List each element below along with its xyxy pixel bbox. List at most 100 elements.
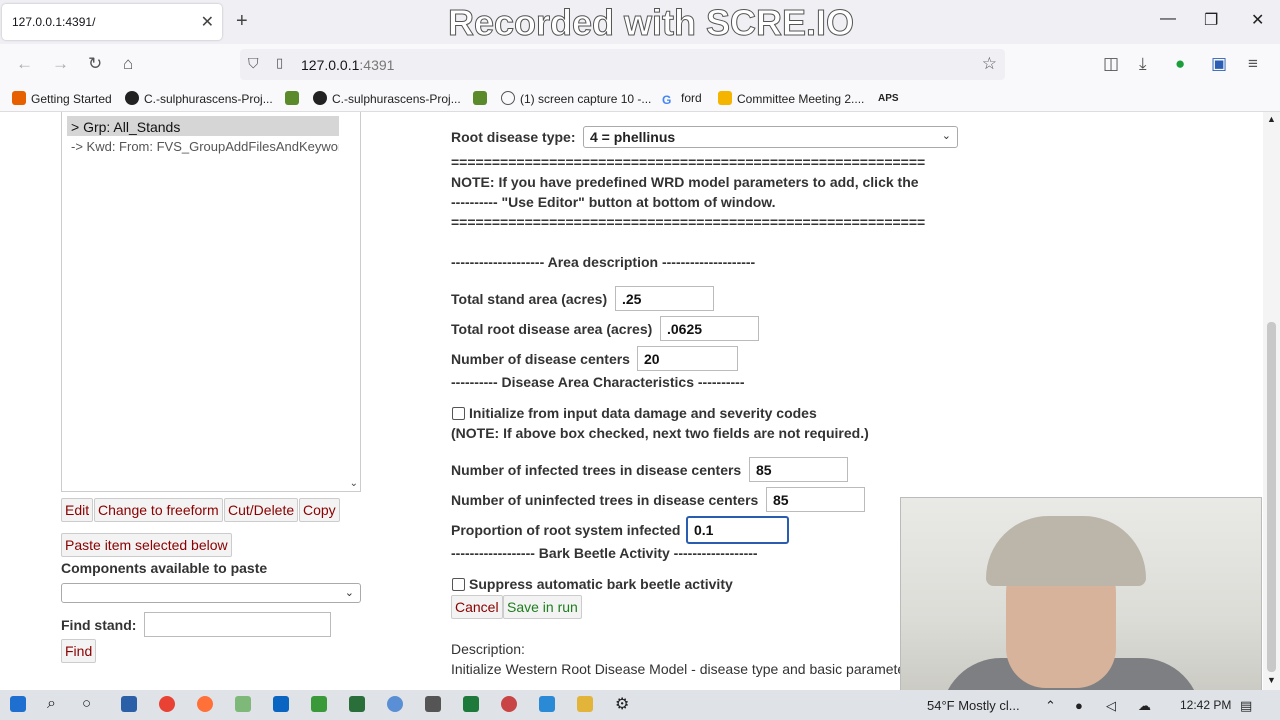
weather-text[interactable]: 54°F Mostly cl... <box>927 698 1020 713</box>
total-stand-input[interactable] <box>615 286 714 311</box>
total-stand-label: Total stand area (acres) <box>451 291 608 307</box>
app-icon[interactable] <box>311 696 327 712</box>
download-icon[interactable]: ⤓ <box>1139 54 1147 74</box>
app-icon[interactable] <box>235 696 251 712</box>
description-text: Initialize Western Root Disease Model - … <box>451 661 901 677</box>
file-explorer-icon[interactable] <box>577 696 593 712</box>
edit-button[interactable]: Edit <box>61 498 94 522</box>
windows-start-icon[interactable] <box>10 696 26 712</box>
bookmark-item[interactable]: Committee Meeting 2.... <box>718 91 864 106</box>
stand-tree[interactable]: > Grp: All_Stands -> Kwd: From: FVS_Grou… <box>61 112 361 492</box>
star-icon[interactable]: ☆ <box>982 54 997 74</box>
outlook-icon[interactable] <box>273 696 289 712</box>
tab-title: 127.0.0.1:4391/ <box>12 15 96 29</box>
webcam-person-cap <box>986 516 1146 586</box>
wrd-note-line2: ---------- "Use Editor" button at bottom… <box>451 194 776 210</box>
search-icon[interactable]: ⌕ <box>47 695 56 713</box>
bookmark-item[interactable] <box>473 91 492 106</box>
initialize-checkbox[interactable] <box>452 407 465 420</box>
components-label: Components available to paste <box>61 560 268 576</box>
copy-button[interactable]: Copy <box>299 498 340 522</box>
page-scrollbar[interactable]: ▲ ▼ <box>1263 112 1280 690</box>
scroll-down-icon[interactable]: ⌄ <box>350 478 358 489</box>
initialize-label: Initialize from input data damage and se… <box>469 405 817 421</box>
separator: ========================================… <box>451 214 926 230</box>
app-icon[interactable] <box>425 696 441 712</box>
forward-icon[interactable]: → <box>52 54 69 74</box>
bookmark-item[interactable]: (1) screen capture 10 -... <box>501 91 651 106</box>
scroll-thumb[interactable] <box>1267 322 1276 672</box>
app-icon <box>473 91 487 105</box>
notification-icon[interactable]: ▤ <box>1240 698 1252 714</box>
initialize-note: (NOTE: If above box checked, next two fi… <box>451 425 869 441</box>
save-in-run-button[interactable]: Save in run <box>503 595 582 619</box>
scroll-down-icon[interactable]: ▼ <box>1267 675 1276 685</box>
root-disease-select[interactable]: 4 = phellinus ⌄ <box>583 126 958 148</box>
bookmark-item[interactable] <box>285 91 304 106</box>
new-tab-icon[interactable]: + <box>236 10 248 33</box>
proportion-label: Proportion of root system infected <box>451 522 681 538</box>
uninfected-trees-input[interactable] <box>766 487 865 512</box>
tree-item-group[interactable]: > Grp: All_Stands <box>67 116 339 136</box>
scroll-up-icon[interactable]: ▲ <box>1267 114 1276 124</box>
bookmark-item[interactable]: APS <box>878 93 899 104</box>
infected-trees-label: Number of infected trees in disease cent… <box>451 462 742 478</box>
speaker-icon[interactable]: ◁ <box>1106 698 1116 714</box>
tree-item-keyword[interactable]: -> Kwd: From: FVS_GroupAddFilesAndKeywor… <box>67 136 339 156</box>
github-icon <box>313 91 327 105</box>
cortana-icon[interactable]: ○ <box>82 695 91 712</box>
close-window-icon[interactable]: ✕ <box>1251 10 1264 30</box>
uninfected-trees-label: Number of uninfected trees in disease ce… <box>451 492 759 508</box>
home-icon[interactable]: ⌂ <box>123 54 133 74</box>
check-extension-icon[interactable]: ● <box>1175 54 1185 74</box>
camera-icon[interactable] <box>539 696 555 712</box>
reload-icon[interactable]: ↻ <box>88 54 102 74</box>
close-tab-icon[interactable]: ✕ <box>201 12 214 32</box>
root-area-input[interactable] <box>660 316 759 341</box>
github-icon <box>125 91 139 105</box>
minimize-icon[interactable]: — <box>1160 10 1176 28</box>
paste-selected-button[interactable]: Paste item selected below <box>61 533 232 557</box>
suppress-checkbox[interactable] <box>452 578 465 591</box>
google-icon: G <box>662 93 672 107</box>
bookmark-item[interactable]: Getting Started <box>12 91 112 106</box>
excel-icon[interactable] <box>463 696 479 712</box>
tab-bar: 127.0.0.1:4391/ ✕ + Recorded with SCRE.I… <box>0 0 1280 44</box>
pocket-icon[interactable]: ◫ <box>1103 54 1119 74</box>
bookmark-item[interactable]: C.-sulphurascens-Proj... <box>313 91 461 106</box>
chrome-icon[interactable] <box>159 696 175 712</box>
chevron-up-icon[interactable]: ⌃ <box>1045 698 1056 714</box>
characteristics-header: ---------- Disease Area Characteristics … <box>451 374 745 390</box>
components-select[interactable]: ⌄ <box>61 583 361 603</box>
proportion-input[interactable] <box>686 516 789 544</box>
find-button[interactable]: Find <box>61 639 97 663</box>
firefox-icon[interactable] <box>197 696 213 712</box>
cancel-button[interactable]: Cancel <box>451 595 503 619</box>
url-bar[interactable]: ⛉ ▯ 127.0.0.1:4391 ☆ <box>240 49 1005 80</box>
cut-delete-button[interactable]: Cut/Delete <box>224 498 299 522</box>
firefox-icon <box>12 91 26 105</box>
separator: ========================================… <box>451 154 926 170</box>
change-to-freeform-button[interactable]: Change to freeform <box>94 498 223 522</box>
bookmark-item[interactable]: C.-sulphurascens-Proj... <box>125 91 273 106</box>
disease-centers-input[interactable] <box>637 346 738 371</box>
bookmark-item[interactable]: Gford <box>662 91 702 107</box>
browser-tab[interactable]: 127.0.0.1:4391/ ✕ <box>2 4 222 40</box>
infected-trees-input[interactable] <box>749 457 848 482</box>
menu-icon[interactable]: ≡ <box>1248 54 1258 74</box>
back-icon[interactable]: ← <box>16 54 33 74</box>
microphone-icon[interactable]: ● <box>1075 698 1083 713</box>
recording-watermark: Recorded with SCRE.IO <box>447 2 855 44</box>
app-icon[interactable] <box>501 696 517 712</box>
shield-icon[interactable]: ⛉ <box>248 55 259 72</box>
app-icon[interactable] <box>349 696 365 712</box>
clock-text[interactable]: 12:42 PM <box>1180 698 1231 712</box>
root-disease-label: Root disease type: <box>451 129 576 145</box>
find-stand-input[interactable] <box>144 612 331 637</box>
cloud-icon[interactable]: ☁ <box>1138 698 1151 714</box>
extension-icon[interactable]: ▣ <box>1211 54 1227 74</box>
settings-icon[interactable]: ⚙ <box>615 694 629 714</box>
r-icon[interactable] <box>387 696 403 712</box>
restore-icon[interactable]: ❐ <box>1204 10 1218 30</box>
photos-icon[interactable] <box>121 696 137 712</box>
